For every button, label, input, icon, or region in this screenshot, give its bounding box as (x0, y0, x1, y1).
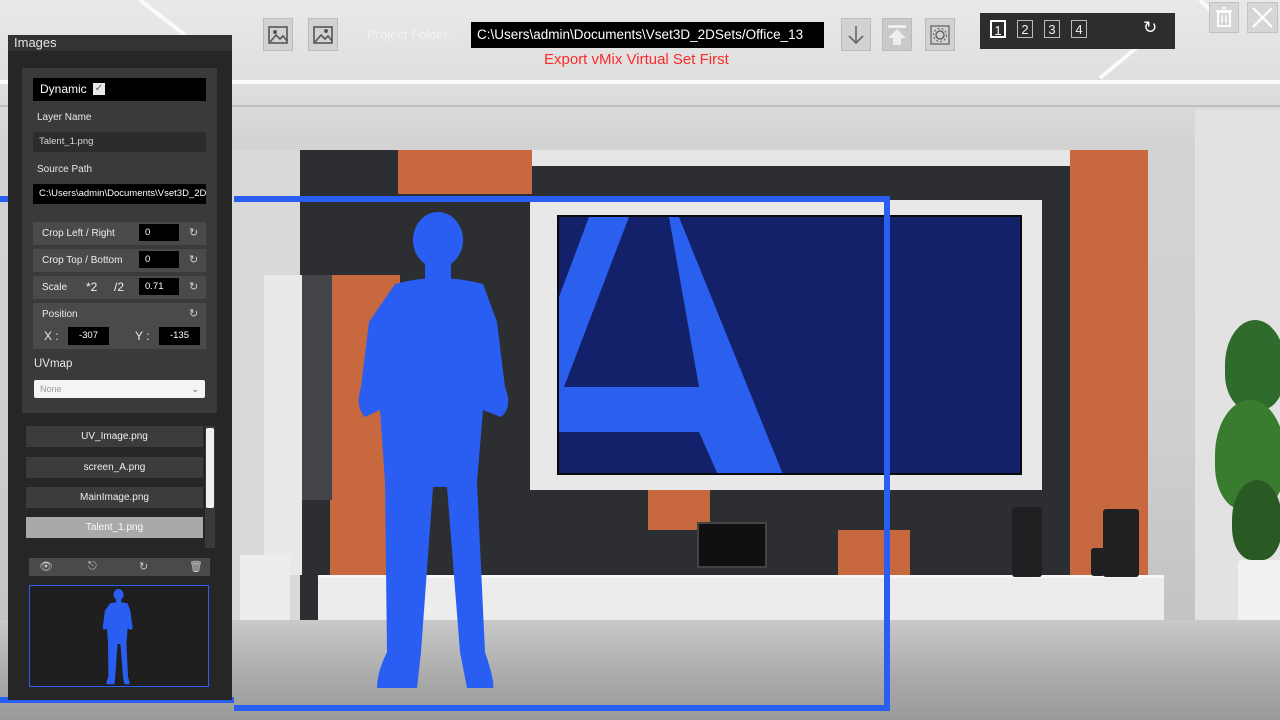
position-reset-icon[interactable]: ↻ (189, 307, 198, 320)
scale-reset-icon[interactable]: ↻ (189, 280, 198, 293)
speaker (1091, 548, 1105, 576)
crop-lr-row: Crop Left / Right (33, 222, 206, 245)
add-dynamic-image-button[interactable] (308, 18, 338, 51)
page-button-2[interactable]: 2 (1017, 20, 1033, 38)
plant (1232, 480, 1280, 560)
import-icon (848, 25, 864, 44)
orange-tile (398, 150, 532, 194)
chevron-down-icon: ⌄ (191, 384, 199, 394)
dynamic-toggle[interactable]: Dynamic (33, 78, 206, 101)
scale-label: Scale (42, 282, 68, 293)
scale-row: Scale *2 /2 (33, 276, 206, 299)
add-dynamic-image-icon (313, 25, 333, 44)
layer-preview (29, 585, 209, 687)
crop-tb-row: Crop Top / Bottom (33, 249, 206, 272)
project-folder-field[interactable]: C:\Users\admin\Documents\Vset3D_2DSets/O… (471, 22, 824, 48)
talent-silhouette[interactable] (355, 212, 520, 692)
settings-icon (930, 24, 950, 45)
delete-button[interactable] (1209, 2, 1239, 33)
layer-selection-box[interactable] (234, 196, 890, 711)
uvmap-selected: None (40, 384, 62, 394)
layer-tools: 👁 ⎋ ↻ 🗑 (29, 558, 210, 576)
uvmap-select[interactable]: None ⌄ (34, 380, 205, 398)
image-list-item[interactable]: UV_Image.png (26, 426, 203, 447)
layer-name-field[interactable]: Talent_1.png (33, 132, 206, 152)
scale-half-button[interactable]: /2 (114, 280, 124, 294)
panel-title: Images (8, 35, 232, 51)
export-icon (888, 24, 906, 45)
add-image-icon (268, 25, 288, 44)
trash-icon[interactable]: 🗑 (189, 560, 203, 573)
crop-lr-label: Crop Left / Right (42, 228, 115, 239)
dynamic-label: Dynamic (40, 82, 87, 96)
scroll-thumb[interactable] (206, 428, 214, 508)
crop-tb-input[interactable]: 0 (139, 251, 179, 268)
refresh-icon[interactable]: ↻ (1143, 18, 1157, 38)
close-button[interactable] (1247, 2, 1278, 33)
scale-double-button[interactable]: *2 (86, 280, 97, 294)
close-icon (1252, 7, 1273, 28)
unlock-icon[interactable]: ⎋ (88, 560, 97, 573)
uvmap-label: UVmap (34, 358, 73, 370)
plant (1225, 320, 1280, 410)
settings-button[interactable] (925, 18, 955, 51)
image-list-item[interactable]: screen_A.png (26, 457, 203, 478)
speaker (1012, 507, 1042, 577)
crop-tb-label: Crop Top / Bottom (42, 255, 123, 266)
position-label: Position (42, 309, 78, 320)
y-label: Y : (135, 329, 150, 343)
y-input[interactable]: -135 (159, 327, 200, 345)
dynamic-checkbox[interactable]: ✓ (93, 83, 105, 95)
source-path-field[interactable]: C:\Users\admin\Documents\Vset3D_2D (33, 184, 206, 204)
page-button-4[interactable]: 4 (1071, 20, 1087, 38)
crop-lr-input[interactable]: 0 (139, 224, 179, 241)
x-label: X : (44, 329, 59, 343)
trash-icon (1216, 7, 1232, 27)
page-button-1[interactable]: 1 (990, 20, 1006, 38)
add-image-button[interactable] (263, 18, 293, 51)
layer-name-label: Layer Name (37, 112, 92, 123)
project-folder-label: Project Folder : (367, 27, 456, 42)
image-list-item-selected[interactable]: Talent_1.png (26, 517, 203, 538)
preview-silhouette (102, 589, 133, 685)
speaker (1103, 509, 1139, 577)
crop-lr-reset-icon[interactable]: ↻ (189, 226, 198, 239)
image-list-item[interactable]: MainImage.png (26, 487, 203, 508)
page-button-3[interactable]: 3 (1044, 20, 1060, 38)
scale-input[interactable]: 0.71 (139, 278, 179, 295)
eye-icon[interactable]: 👁 (39, 560, 53, 573)
import-button[interactable] (841, 18, 871, 51)
export-warning: Export vMix Virtual Set First (544, 51, 729, 68)
export-button[interactable] (882, 18, 912, 51)
crop-tb-reset-icon[interactable]: ↻ (189, 253, 198, 266)
refresh-icon[interactable]: ↻ (139, 560, 148, 573)
layer-selection-edge (0, 196, 8, 202)
x-input[interactable]: -307 (68, 327, 109, 345)
source-path-label: Source Path (37, 164, 93, 175)
